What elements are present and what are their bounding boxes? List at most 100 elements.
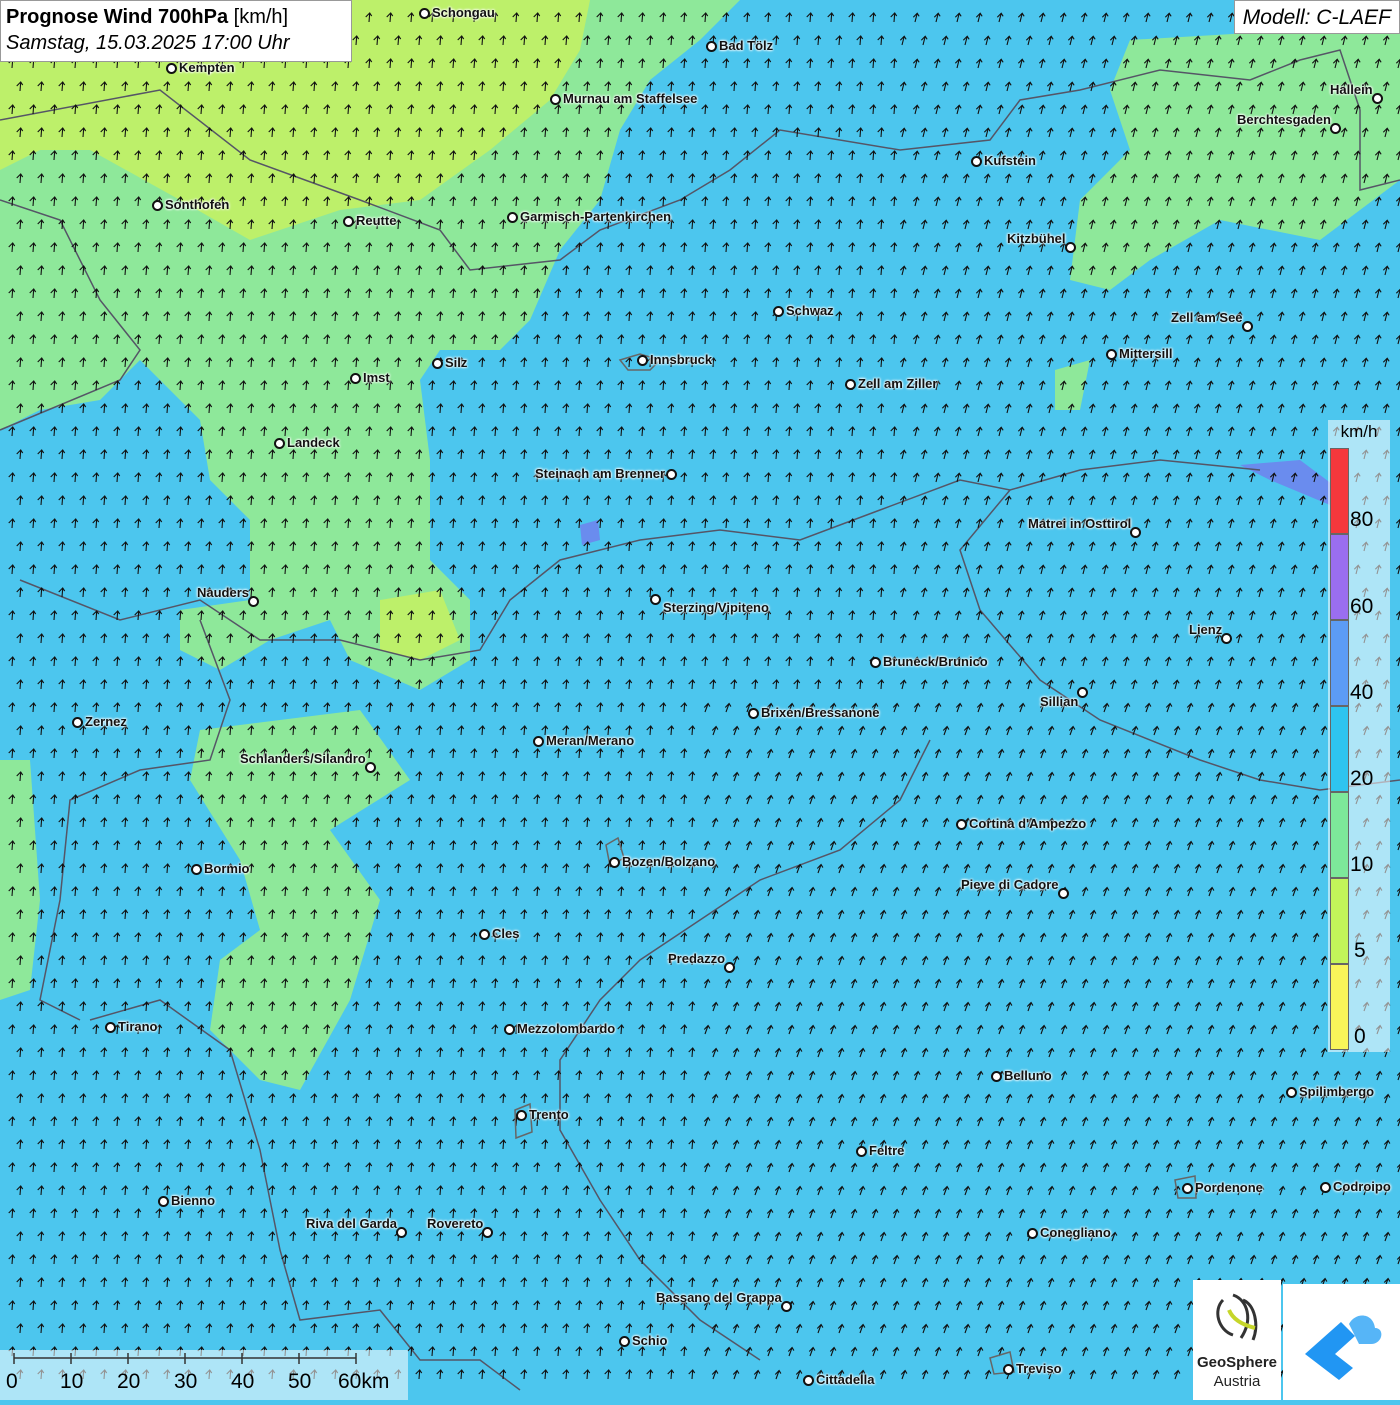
city-marker bbox=[1372, 93, 1383, 104]
city-label: Bozen/Bolzano bbox=[622, 854, 716, 869]
city-marker bbox=[1242, 321, 1253, 332]
city-marker bbox=[1065, 242, 1076, 253]
city-marker bbox=[1106, 349, 1117, 360]
city-label: Zell am See bbox=[1171, 310, 1243, 325]
color-legend: km/h 80 60 40 20 10 5 0 bbox=[1328, 420, 1390, 1052]
city-marker bbox=[166, 63, 177, 74]
city-label: Cittadella bbox=[816, 1372, 875, 1387]
city-label: Rovereto bbox=[427, 1216, 484, 1231]
city-marker bbox=[1058, 888, 1069, 899]
city-label: Nauders bbox=[197, 585, 250, 600]
city-marker bbox=[1221, 633, 1232, 644]
city-marker bbox=[619, 1336, 630, 1347]
city-marker bbox=[1330, 123, 1341, 134]
legend-tick-label: 10 bbox=[1350, 853, 1374, 876]
city-marker bbox=[971, 156, 982, 167]
city-marker bbox=[870, 657, 881, 668]
legend-color-step bbox=[1330, 534, 1349, 620]
city-label: Bassano del Grappa bbox=[656, 1290, 782, 1305]
title-box: Prognose Wind 700hPa [km/h] Samstag, 15.… bbox=[0, 0, 352, 62]
city-marker bbox=[158, 1196, 169, 1207]
legend-color-step bbox=[1330, 792, 1349, 878]
legend-tick-label: 60 bbox=[1350, 595, 1374, 618]
city-label: Cles bbox=[492, 926, 520, 941]
legend-tick-label: 40 bbox=[1350, 681, 1374, 704]
legend-color-step bbox=[1330, 878, 1349, 964]
city-marker bbox=[365, 762, 376, 773]
city-label: Codroipo bbox=[1333, 1179, 1391, 1194]
city-marker bbox=[1182, 1183, 1193, 1194]
city-marker bbox=[991, 1071, 1002, 1082]
city-marker bbox=[482, 1227, 493, 1238]
city-label: Mittersill bbox=[1119, 346, 1173, 361]
city-label: Mezzolombardo bbox=[517, 1021, 616, 1036]
scale-label: 60km bbox=[338, 1370, 390, 1393]
city-marker bbox=[724, 962, 735, 973]
city-label: Sterzing/Vipiteno bbox=[663, 600, 769, 615]
city-marker bbox=[637, 355, 648, 366]
city-label: Schongau bbox=[432, 5, 495, 20]
city-label: Schwaz bbox=[786, 303, 834, 318]
city-marker bbox=[191, 864, 202, 875]
city-label: Lienz bbox=[1189, 622, 1223, 637]
scale-label: 20 bbox=[117, 1370, 141, 1393]
city-label: Cortina d'Ampezzo bbox=[969, 816, 1087, 831]
city-label: Predazzo bbox=[668, 951, 726, 966]
city-label: Schio bbox=[632, 1333, 668, 1348]
city-marker bbox=[748, 708, 759, 719]
city-marker bbox=[706, 41, 717, 52]
city-marker bbox=[248, 596, 259, 607]
map-title: Prognose Wind 700hPa [km/h] bbox=[6, 6, 289, 28]
legend-tick-label: 20 bbox=[1350, 767, 1374, 790]
city-marker bbox=[350, 373, 361, 384]
city-marker bbox=[419, 8, 430, 19]
city-label: Landeck bbox=[287, 435, 340, 450]
city-marker bbox=[533, 736, 544, 747]
city-label: Bienno bbox=[171, 1193, 216, 1208]
city-marker bbox=[666, 469, 677, 480]
city-marker bbox=[781, 1301, 792, 1312]
city-label: Berchtesgaden bbox=[1237, 112, 1331, 127]
city-marker bbox=[396, 1227, 407, 1238]
city-label: Tirano bbox=[118, 1019, 158, 1034]
city-label: Kitzbühel bbox=[1007, 231, 1066, 246]
city-label: Schlanders/Silandro bbox=[240, 751, 366, 766]
city-label: Trento bbox=[529, 1107, 569, 1122]
city-marker bbox=[479, 929, 490, 940]
geosphere-logo: GeoSphere Austria bbox=[1193, 1280, 1281, 1400]
city-marker bbox=[803, 1375, 814, 1386]
city-marker bbox=[609, 857, 620, 868]
city-label: Pordenone bbox=[1195, 1180, 1263, 1195]
city-marker bbox=[856, 1146, 867, 1157]
geosphere-country: Austria bbox=[1213, 1373, 1261, 1390]
city-label: Sillian bbox=[1040, 694, 1079, 709]
city-label: Reutte bbox=[356, 213, 397, 228]
legend-tick-label: 80 bbox=[1350, 508, 1374, 531]
legend-tick-label: 5 bbox=[1354, 939, 1366, 962]
city-marker bbox=[773, 306, 784, 317]
scale-bar: 0 10 20 30 40 50 60km bbox=[0, 1350, 408, 1400]
city-marker bbox=[432, 358, 443, 369]
scale-label: 0 bbox=[6, 1370, 18, 1393]
scale-label: 50 bbox=[288, 1370, 312, 1393]
city-label: Bad Tölz bbox=[719, 38, 774, 53]
city-marker bbox=[504, 1024, 515, 1035]
city-marker bbox=[72, 717, 83, 728]
city-label: Brixen/Bressanone bbox=[761, 705, 880, 720]
city-label: Sonthofen bbox=[165, 197, 230, 212]
city-marker bbox=[956, 819, 967, 830]
city-label: Murnau am Staffelsee bbox=[563, 91, 698, 106]
legend-color-step bbox=[1330, 620, 1349, 706]
scale-label: 10 bbox=[60, 1370, 84, 1393]
city-label: Matrei in Osttirol bbox=[1028, 516, 1132, 531]
city-marker bbox=[550, 94, 561, 105]
legend-tick-label: 0 bbox=[1354, 1025, 1366, 1048]
city-label: Bruneck/Brunico bbox=[883, 654, 988, 669]
city-label: Feltre bbox=[869, 1143, 905, 1158]
city-marker bbox=[152, 200, 163, 211]
city-label: Garmisch-Partenkirchen bbox=[520, 209, 672, 224]
city-label: Hallein bbox=[1330, 82, 1373, 97]
city-label: Pieve di Cadore bbox=[961, 877, 1059, 892]
city-marker bbox=[1003, 1364, 1014, 1375]
city-label: Kempten bbox=[179, 60, 235, 75]
